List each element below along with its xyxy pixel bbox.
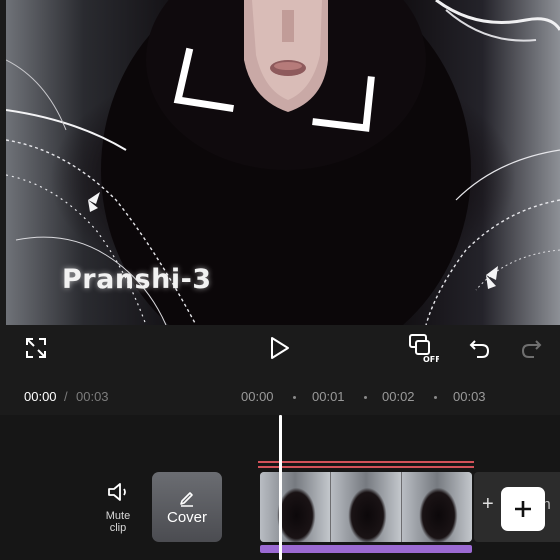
ruler-tick-label: 00:00 [241,389,274,404]
play-button[interactable] [263,331,297,365]
time-row: 00:00 / 00:03 00:00 00:01 00:02 00:03 [0,383,560,409]
fullscreen-icon [26,338,46,358]
total-time: 00:03 [76,389,109,404]
add-clip-button[interactable] [501,487,545,531]
undo-button[interactable] [463,331,497,365]
ruler-dot [434,396,437,399]
audio-track-bar[interactable] [260,545,472,553]
keyframe-button[interactable]: OFF [406,331,440,365]
cover-button[interactable]: Cover [152,472,222,542]
mute-clip-label-line1: Mute [105,510,131,522]
video-preview[interactable]: Pranshi-3 [6,0,560,325]
keyframe-off-icon: OFF [409,334,439,364]
add-ending-plus: + [482,493,494,515]
effect-track-line[interactable] [258,466,474,468]
edit-pencil-icon [180,491,193,507]
video-clip[interactable] [260,472,472,542]
current-time: 00:00 [24,389,57,404]
overlay-text[interactable]: Pranshi-3 [62,264,212,295]
fullscreen-button[interactable] [19,331,53,365]
clip-frame-thumbnail [260,472,331,542]
ruler-tick-label: 00:01 [312,389,345,404]
time-separator: / [64,389,68,404]
ruler-tick-label: 00:03 [453,389,486,404]
butterfly-icon [88,192,100,212]
mute-clip-button[interactable]: Mute clip [98,482,138,534]
effect-track-line[interactable] [258,461,474,463]
clip-frame-thumbnail [402,472,472,542]
butterfly-icon [486,266,498,289]
ruler-tick-label: 00:02 [382,389,415,404]
ruler-dot [364,396,367,399]
ruler-dot [293,396,296,399]
mute-clip-label-line2: clip [109,522,127,534]
clip-frame-thumbnail [331,472,402,542]
playhead[interactable] [279,415,282,560]
keyframe-badge: OFF [423,355,439,364]
redo-button[interactable] [514,331,548,365]
play-icon [271,337,289,359]
redo-icon [521,340,542,358]
cover-label: Cover [166,508,207,526]
plus-icon [515,501,531,517]
undo-icon [469,340,490,358]
speaker-icon [108,483,126,501]
timeline-track[interactable]: Mute clip Cover + en [0,415,560,560]
playback-toolbar: OFF [0,325,560,375]
